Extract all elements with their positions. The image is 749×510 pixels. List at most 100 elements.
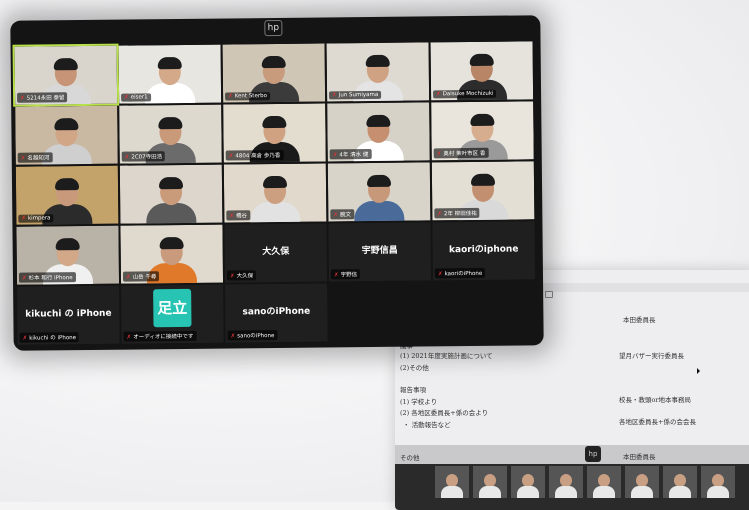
participant-name: eiser1: [130, 94, 148, 101]
participant-name: 宇野信: [340, 272, 358, 279]
muted-mic-icon: ✗: [21, 215, 27, 222]
participant-nameplate: ✗ eiser1: [121, 93, 151, 102]
doc-line: 校長・教頭or地本事務局: [619, 396, 692, 404]
participant-nameplate: ✗ kimpera: [18, 214, 54, 223]
participant-tile[interactable]: ✗ 名越知河: [15, 105, 118, 165]
participant-nameplate: ✗ Kent Sterbo: [225, 92, 271, 101]
meeting-thumbnail[interactable]: [663, 466, 697, 498]
participant-name: 2年 柳田佳祐: [443, 210, 477, 218]
participant-tile[interactable]: ✗ Jun Sumiyama: [326, 42, 430, 102]
meeting-thumbnail[interactable]: [549, 466, 583, 498]
participant-tile[interactable]: 足立 ✗ オーディオに接続中です: [121, 284, 224, 344]
participant-tile[interactable]: 宇野信昌 ✗ 宇野信: [328, 222, 432, 282]
participant-nameplate: ✗ 2年 柳田佳祐: [434, 207, 480, 219]
participant-video: [146, 176, 197, 224]
participant-name: kaoriのiPhone: [444, 270, 483, 278]
participant-tile[interactable]: ✗ 奥村 茉叶市区 香: [431, 101, 534, 161]
participant-name: 4804 高倉 歩乃香: [235, 152, 281, 160]
participant-tile[interactable]: [119, 164, 223, 224]
muted-mic-icon: ✗: [126, 334, 132, 341]
muted-mic-icon: ✗: [230, 333, 236, 340]
participant-tile[interactable]: ✗ 山岳 千尋: [120, 224, 224, 284]
participant-name: 2C07寺田浩: [131, 154, 163, 161]
meeting-thumbnail[interactable]: [435, 466, 469, 498]
participant-tile[interactable]: ✗ 4年 清水 健: [327, 102, 430, 162]
participant-tile[interactable]: kikuchi の iPhone ✗ kikuchi の iPhone: [17, 285, 120, 345]
meeting-thumbnail[interactable]: [587, 466, 621, 498]
photo-of-video-conference: { "colors":{"active_speaker_border":"#b8…: [0, 0, 749, 510]
participant-nameplate: ✗ sanoのiPhone: [227, 330, 278, 341]
participant-tile[interactable]: ✗ 5214永田 泰留: [12, 43, 120, 107]
participant-nameplate: ✗ 2C07寺田浩: [121, 151, 166, 162]
participant-video: [144, 56, 196, 104]
participant-nameplate: ✗ 杉本 和行 iPhone: [18, 272, 76, 283]
participant-video: [354, 174, 405, 222]
participant-nameplate: ✗ 奥村 茉叶市区 香: [433, 147, 489, 159]
participant-name: 奥村 茉叶市区 香: [443, 150, 486, 158]
participant-tile[interactable]: ✗ Kent Sterbo: [222, 43, 326, 103]
participant-nameplate: ✗ Daisuke Mochizuki: [433, 89, 497, 99]
participant-nameplate: ✗ kaoriのiPhone: [434, 267, 486, 279]
participant-nameplate: ✗ kikuchi の iPhone: [19, 332, 80, 343]
participant-display-name: kaoriのiphone: [448, 244, 519, 256]
participant-tile[interactable]: 大久保 ✗ 大久保: [224, 223, 328, 283]
muted-mic-icon: ✗: [124, 94, 129, 101]
participant-name: kimpera: [27, 215, 51, 222]
laptop-screen: hp ✗ 5214永田 泰留 ✗ eiser1 ✗ Kent Sterbo ✗ Jun Sum…: [10, 15, 544, 351]
muted-mic-icon: ✗: [125, 274, 131, 281]
toolbar-icon[interactable]: [545, 291, 553, 298]
participant-tile[interactable]: ✗ 腕文: [327, 162, 431, 222]
participant-nameplate: ✗ 4804 高倉 歩乃香: [225, 149, 284, 161]
participant-tile[interactable]: ✗ 杉本 和行 iPhone: [16, 225, 120, 285]
participant-name: sanoのiPhone: [237, 333, 275, 340]
meeting-thumbnail[interactable]: [511, 466, 545, 498]
participant-tile[interactable]: ✗ 4804 高倉 歩乃香: [223, 103, 326, 163]
muted-mic-icon: ✗: [332, 152, 338, 159]
meeting-thumbnail[interactable]: [625, 466, 659, 498]
participant-nameplate: ✗ 名越知河: [17, 152, 53, 163]
participant-tile[interactable]: ✗ Daisuke Mochizuki: [430, 41, 534, 101]
participant-name: 名越知河: [27, 155, 50, 162]
participant-tile[interactable]: ✗ 橋谷: [223, 163, 327, 223]
meeting-thumbnail[interactable]: [473, 466, 507, 498]
muted-mic-icon: ✗: [437, 211, 442, 218]
muted-mic-icon: ✗: [333, 272, 339, 279]
participant-name: 5214永田 泰留: [26, 95, 65, 102]
participant-display-name: sanoのiPhone: [242, 306, 311, 318]
participant-name: オーディオに接続中です: [133, 333, 194, 341]
participant-nameplate: ✗ 4年 清水 健: [329, 149, 372, 160]
participant-nameplate: ✗ オーディオに接続中です: [123, 330, 197, 342]
participant-nameplate: ✗ 橋谷: [226, 210, 251, 221]
participant-tile[interactable]: ✗ eiser1: [118, 44, 222, 104]
muted-mic-icon: ✗: [228, 93, 233, 100]
participant-nameplate: ✗ 山岳 千尋: [122, 271, 160, 282]
participant-name: 杉本 和行 iPhone: [28, 275, 73, 282]
doc-line: その他: [400, 454, 420, 462]
doc-line: 望月バザー実行委員長: [619, 352, 684, 360]
mouse-cursor-icon: [697, 368, 700, 374]
muted-mic-icon: ✗: [22, 335, 28, 342]
muted-mic-icon: ✗: [124, 154, 130, 161]
muted-mic-icon: ✗: [229, 273, 235, 280]
participant-nameplate: ✗ 宇野信: [330, 269, 361, 280]
participant-name: 山岳 千尋: [132, 274, 157, 281]
participant-tile[interactable]: sanoのiPhone ✗ sanoのiPhone: [225, 283, 328, 343]
participant-tile[interactable]: kaoriのiphone ✗ kaoriのiPhone: [432, 221, 536, 281]
participant-tile[interactable]: ✗ 2C07寺田浩: [119, 104, 222, 164]
muted-mic-icon: ✗: [229, 213, 234, 220]
participant-tile[interactable]: ✗ 2年 柳田佳祐: [431, 161, 535, 221]
muted-mic-icon: ✗: [436, 91, 441, 98]
doc-line: 報告事項: [400, 386, 426, 394]
participant-name: Daisuke Mochizuki: [442, 90, 494, 98]
participant-nameplate: ✗ 大久保: [226, 270, 257, 281]
doc-line: 本田委員長: [623, 453, 656, 461]
participant-nameplate: ✗ 5214永田 泰留: [17, 92, 68, 103]
participant-display-name: 大久保: [262, 246, 290, 258]
doc-line: 本田委員長: [623, 316, 656, 324]
muted-mic-icon: ✗: [332, 92, 337, 99]
meeting-thumbnail[interactable]: [701, 466, 735, 498]
doc-line: (2)その他: [400, 364, 429, 372]
participant-avatar-badge: 足立: [153, 288, 192, 328]
doc-line: ・ 活動報告など: [403, 421, 451, 429]
participant-tile[interactable]: ✗ kimpera: [15, 165, 119, 225]
